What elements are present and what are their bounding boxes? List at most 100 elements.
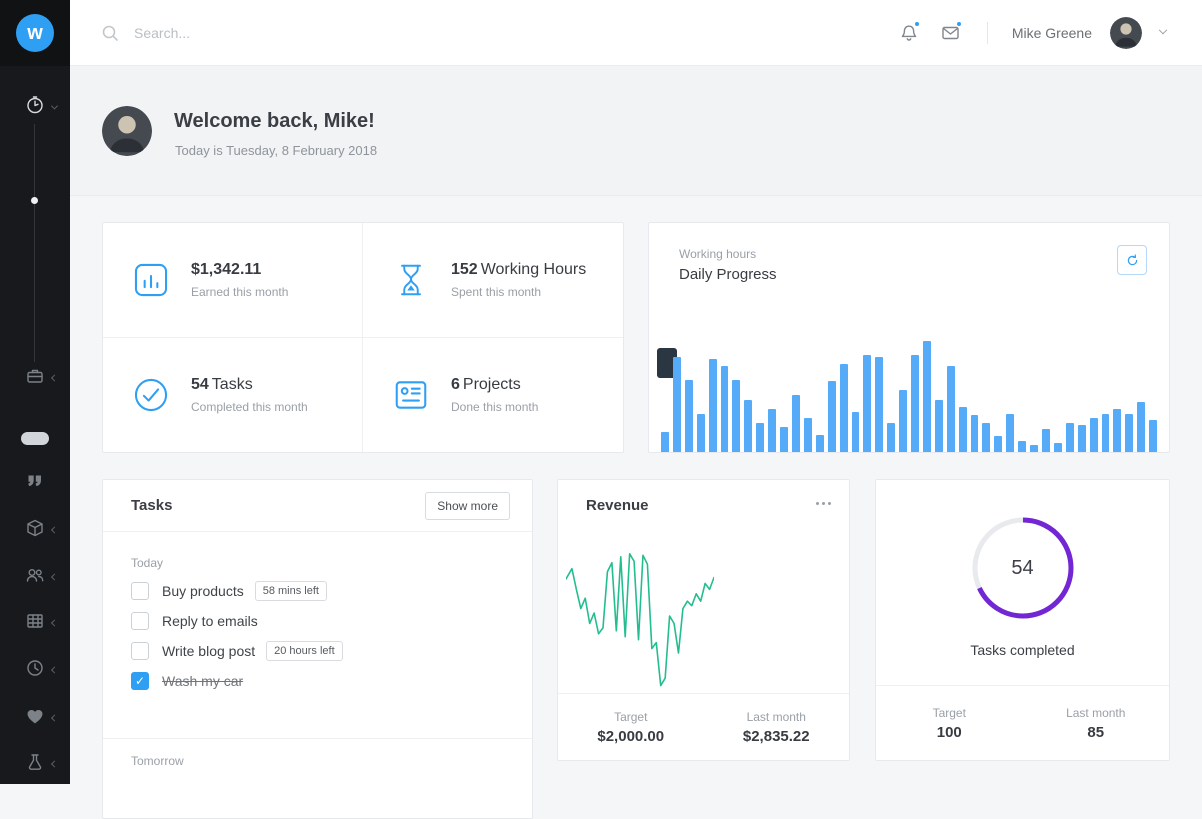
- chevron-down-icon[interactable]: [1159, 26, 1167, 34]
- refresh-icon: [1125, 253, 1140, 268]
- progress-bar: [1149, 420, 1157, 452]
- progress-bar: [875, 357, 883, 452]
- chevron-left-icon: [51, 760, 58, 767]
- sidebar: w: [0, 0, 70, 784]
- progress-bar: [721, 366, 729, 452]
- revenue-line-chart: [566, 542, 714, 690]
- task-item: Write blog post 20 hours left: [131, 636, 512, 666]
- tasks-section-tomorrow: Tomorrow: [131, 754, 184, 768]
- table-icon: [25, 611, 45, 636]
- sidebar-item-quotes[interactable]: [0, 470, 70, 494]
- progress-bar: [1102, 414, 1110, 452]
- completed-last-month-value: 85: [1087, 724, 1104, 741]
- tasks-card-header: Tasks Show more: [103, 480, 532, 532]
- task-list: Buy products58 mins leftReply to emailsW…: [131, 576, 512, 696]
- progress-bar: [804, 418, 812, 452]
- sidebar-item-tables[interactable]: [0, 611, 70, 635]
- heart-icon: [25, 706, 45, 731]
- sidebar-item-time[interactable]: [0, 658, 70, 682]
- notification-dot: [914, 21, 920, 27]
- task-checkbox[interactable]: [131, 582, 149, 600]
- task-label: Write blog post: [162, 643, 255, 659]
- progress-bar: [673, 357, 681, 452]
- stat-earned: $1,342.11 Earned this month: [103, 223, 363, 338]
- task-item: ✓Wash my car: [131, 666, 512, 696]
- tasks-card: Tasks Show more Today Buy products58 min…: [102, 479, 533, 819]
- task-checkbox[interactable]: [131, 642, 149, 660]
- sidebar-item-briefcase[interactable]: [0, 366, 70, 390]
- completed-target-value: 100: [937, 724, 962, 741]
- show-more-button[interactable]: Show more: [425, 492, 510, 520]
- stat-value: 152: [451, 261, 478, 278]
- sidebar-active-indicator[interactable]: [21, 432, 49, 445]
- task-badge: 20 hours left: [266, 641, 343, 661]
- progress-bar: [697, 414, 705, 452]
- user-name[interactable]: Mike Greene: [1012, 25, 1092, 41]
- messages-envelope-icon[interactable]: [939, 21, 963, 45]
- progress-bar: [971, 415, 979, 452]
- task-checkbox[interactable]: [131, 612, 149, 630]
- bar-chart-icon: [129, 258, 173, 302]
- sidebar-item-users[interactable]: [0, 565, 70, 589]
- sidebar-item-favorites[interactable]: [0, 706, 70, 730]
- donut-chart: 54: [876, 512, 1169, 624]
- task-label: Buy products: [162, 583, 244, 599]
- app-logo[interactable]: w: [16, 14, 54, 52]
- chevron-left-icon: [51, 573, 58, 580]
- revenue-target-value: $2,000.00: [597, 728, 664, 745]
- user-avatar[interactable]: [1110, 17, 1142, 49]
- tasks-completed-card: 54 Tasks completed Target 100 Last month…: [875, 479, 1170, 761]
- users-icon: [25, 565, 45, 590]
- message-dot: [956, 21, 962, 27]
- chevron-left-icon: [51, 619, 58, 626]
- chevron-left-icon: [51, 714, 58, 721]
- tasks-completed-footer: Target 100 Last month 85: [876, 685, 1169, 760]
- notifications-bell-icon[interactable]: [897, 21, 921, 45]
- welcome-subtitle: Today is Tuesday, 8 February 2018: [175, 143, 377, 158]
- stats-card: $1,342.11 Earned this month 152Working H…: [102, 222, 624, 453]
- clock-icon: [25, 658, 45, 683]
- tasks-divider: [103, 738, 532, 739]
- refresh-button[interactable]: [1117, 245, 1147, 275]
- tasks-completed-value: 54: [967, 512, 1079, 624]
- progress-bar: [947, 366, 955, 452]
- progress-bar: [1078, 425, 1086, 452]
- progress-bar: [1018, 441, 1026, 452]
- tasks-title: Tasks: [131, 497, 172, 514]
- progress-bar: [899, 390, 907, 452]
- task-item: Reply to emails: [131, 606, 512, 636]
- progress-bar: [911, 355, 919, 452]
- revenue-target-label: Target: [614, 710, 647, 724]
- progress-bar: [780, 427, 788, 452]
- revenue-line: [566, 554, 714, 686]
- progress-bar: [756, 423, 764, 452]
- progress-bar: [732, 380, 740, 452]
- sidebar-item-dashboard[interactable]: [0, 95, 70, 119]
- header-right-cluster: Mike Greene: [897, 0, 1166, 66]
- progress-bar: [863, 355, 871, 452]
- sidebar-item-packages[interactable]: [0, 518, 70, 542]
- task-checkbox[interactable]: ✓: [131, 672, 149, 690]
- progress-bar: [959, 407, 967, 452]
- search-input[interactable]: [134, 18, 454, 48]
- working-hours-card: Working hours Daily Progress: [648, 222, 1170, 453]
- search-icon: [100, 23, 120, 48]
- progress-bar: [1066, 423, 1074, 452]
- progress-bar: [852, 412, 860, 452]
- progress-bar: [1054, 443, 1062, 452]
- progress-bar: [1042, 429, 1050, 452]
- stat-tasks: 54Tasks Completed this month: [103, 338, 363, 453]
- more-options-icon[interactable]: [822, 502, 825, 505]
- hourglass-icon: [389, 258, 433, 302]
- working-hours-title: Daily Progress: [679, 266, 777, 283]
- progress-bar: [840, 364, 848, 452]
- briefcase-icon: [25, 366, 45, 391]
- progress-bar: [923, 341, 931, 452]
- flask-icon: [25, 752, 45, 777]
- progress-bar: [1090, 418, 1098, 452]
- sidebar-submenu-active-dot[interactable]: [31, 197, 38, 204]
- sidebar-item-labs[interactable]: [0, 752, 70, 776]
- tasks-completed-label: Tasks completed: [876, 642, 1169, 658]
- welcome-banner: Welcome back, Mike! Today is Tuesday, 8 …: [70, 66, 1202, 196]
- progress-bar: [994, 436, 1002, 452]
